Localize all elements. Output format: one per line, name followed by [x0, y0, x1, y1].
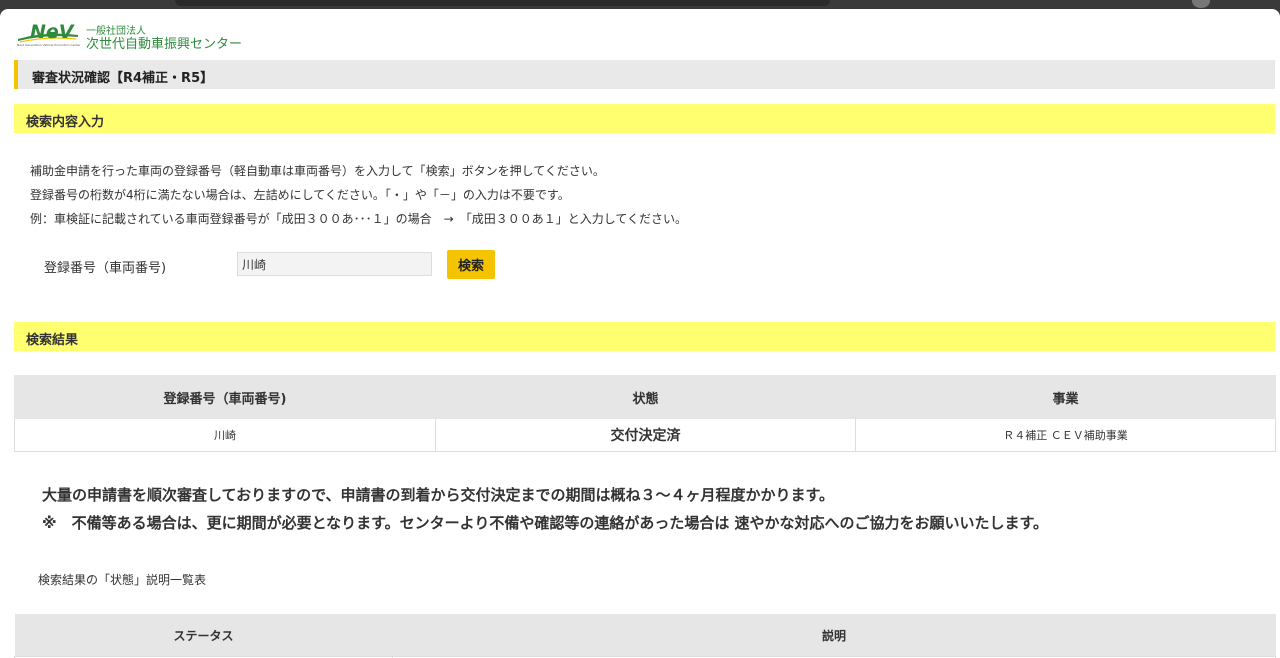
column-header-description: 説明 [392, 614, 1276, 657]
logo-tagline: Next Generation Vehicle Promotion Center [17, 43, 81, 47]
notice-deficiency: ※ 不備等ある場合は、更に期間が必要となります。センターより不備や確認等の連絡が… [42, 514, 1049, 532]
status-legend-table: ステータス 説明 [14, 614, 1276, 658]
column-header-reg-no: 登録番号（車両番号) [14, 375, 436, 419]
registration-number-label: 登録番号（車両番号) [44, 261, 167, 276]
results-section-header: 検索結果 [14, 322, 1275, 351]
status-legend-title: 検索結果の「状態」説明一覧表 [38, 573, 207, 587]
cell-status: 交付決定済 [435, 418, 856, 452]
search-button[interactable]: 検索 [447, 250, 495, 279]
logo-word: NeV [30, 21, 74, 43]
search-section-heading: 検索内容入力 [26, 115, 105, 130]
table-row: 川崎 交付決定済 Ｒ４補正 ＣＥＶ補助事業 [14, 418, 1276, 452]
search-section-header: 検索内容入力 [14, 104, 1275, 133]
column-header-program: 事業 [855, 375, 1276, 419]
org-name: 次世代自動車振興センター [86, 37, 243, 52]
page: NeV Next Generation Vehicle Promotion Ce… [0, 9, 1280, 658]
cell-reg-no: 川崎 [14, 418, 436, 452]
page-title: 審査状況確認【R4補正・R5】 [32, 71, 214, 86]
results-header-row: 登録番号（車両番号) 状態 事業 [14, 375, 1276, 419]
instruction-line: 登録番号の桁数が4桁に満たない場合は、左詰めにしてください。「・」や「－」の入力… [30, 188, 570, 202]
results-section-heading: 検索結果 [26, 333, 79, 348]
cell-program: Ｒ４補正 ＣＥＶ補助事業 [855, 418, 1276, 452]
browser-profile-icon[interactable] [1192, 0, 1210, 8]
instruction-line: 補助金申請を行った車両の登録番号（軽自動車は車両番号）を入力して「検索」ボタンを… [30, 164, 605, 178]
registration-number-input[interactable] [237, 252, 432, 276]
column-header-status: 状態 [435, 375, 856, 419]
instruction-line: 例：車検証に記載されている車両登録番号が「成田３００あ･･･１」の場合 → 「成… [30, 212, 687, 226]
results-table: 登録番号（車両番号) 状態 事業 川崎 交付決定済 Ｒ４補正 ＣＥＶ補助事業 [14, 375, 1276, 452]
notice-processing-time: 大量の申請書を順次審査しておりますので、申請書の到着から交付決定までの期間は概ね… [42, 486, 835, 504]
browser-address-bar[interactable] [175, 0, 830, 6]
column-header-status-name: ステータス [14, 614, 393, 657]
page-title-bar: 審査状況確認【R4補正・R5】 [14, 60, 1275, 89]
legend-header-row: ステータス 説明 [14, 614, 1276, 657]
